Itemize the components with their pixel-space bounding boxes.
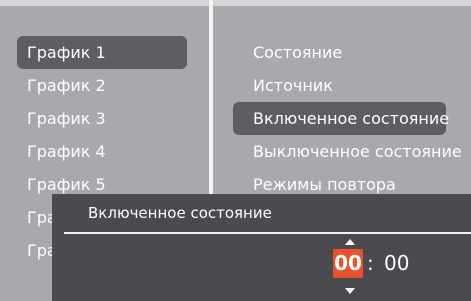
dialog-title: Включенное состояние: [88, 204, 272, 222]
schedule-settings-menu: Состояние Источник Включенное состояние …: [233, 36, 462, 201]
schedule-item-3[interactable]: График 3: [17, 102, 189, 135]
arrow-down-icon[interactable]: [345, 288, 355, 294]
schedule-item-1[interactable]: График 1: [17, 36, 187, 69]
hours-field[interactable]: 00: [333, 249, 363, 278]
on-time-dialog: Включенное состояние 00 : 00: [52, 194, 471, 301]
schedule-item-2[interactable]: График 2: [17, 69, 189, 102]
schedule-item-4[interactable]: График 4: [17, 135, 189, 168]
osd-screen: График 1 График 2 График 3 График 4 Граф…: [0, 0, 471, 301]
minutes-field[interactable]: 00: [384, 249, 409, 278]
menu-item-off-state[interactable]: Выключенное состояние: [233, 135, 462, 168]
menu-item-on-state[interactable]: Включенное состояние: [233, 102, 449, 135]
arrow-up-icon[interactable]: [345, 239, 355, 245]
menu-item-state[interactable]: Состояние: [233, 36, 453, 69]
time-separator: :: [367, 251, 374, 275]
menu-item-source[interactable]: Источник: [233, 69, 453, 102]
top-border: [0, 0, 471, 6]
time-editor: 00 : 00: [332, 224, 442, 296]
